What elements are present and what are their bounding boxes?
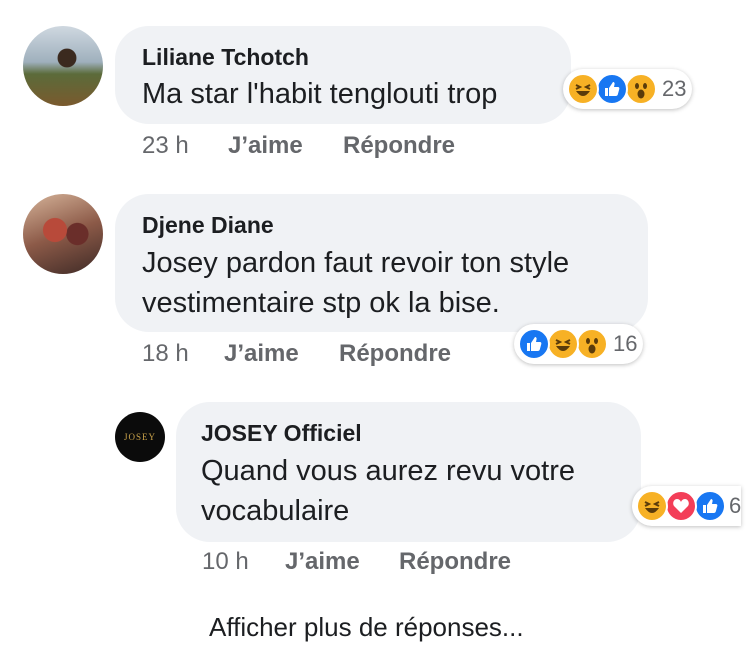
reactions-summary[interactable]: 6	[632, 486, 742, 526]
comment-bubble[interactable]: Djene Diane Josey pardon faut revoir ton…	[115, 194, 648, 332]
haha-icon	[547, 328, 579, 360]
reaction-count: 16	[613, 331, 638, 356]
reaction-count: 6	[729, 493, 742, 518]
like-button[interactable]: J’aime	[285, 548, 360, 576]
avatar-logo-text: JOSEY	[123, 432, 156, 442]
comment-time: 18 h	[142, 340, 189, 367]
haha-icon	[567, 73, 599, 105]
reply-button[interactable]: Répondre	[399, 548, 511, 576]
avatar-liliane[interactable]	[23, 26, 103, 106]
comment-text: Josey pardon faut revoir ton style vesti…	[142, 247, 570, 319]
like-button[interactable]: J’aime	[228, 132, 303, 160]
like-icon	[518, 328, 550, 360]
comment-time: 10 h	[202, 548, 249, 575]
comment-text: Ma star l'habit tenglouti trop	[142, 78, 498, 110]
wow-icon	[625, 73, 657, 105]
reply-button[interactable]: Répondre	[343, 132, 455, 160]
love-icon	[665, 490, 697, 522]
avatar-djene[interactable]	[23, 194, 103, 274]
like-icon	[596, 73, 628, 105]
comment-bubble[interactable]: Liliane Tchotch Ma star l'habit tenglout…	[115, 26, 571, 124]
haha-icon	[636, 490, 668, 522]
reply-bubble[interactable]: JOSEY Officiel Quand vous aurez revu vot…	[176, 402, 641, 542]
like-icon	[694, 490, 726, 522]
reaction-count: 23	[662, 76, 687, 101]
like-button[interactable]: J’aime	[224, 340, 299, 368]
show-more-replies-link[interactable]: Afficher plus de réponses...	[209, 612, 524, 643]
comment-author[interactable]: Djene Diane	[142, 212, 274, 239]
wow-icon	[576, 328, 608, 360]
comment-time: 23 h	[142, 132, 189, 159]
comment-author[interactable]: Liliane Tchotch	[142, 44, 309, 71]
reactions-summary[interactable]: 23	[563, 69, 693, 109]
comment-author[interactable]: JOSEY Officiel	[201, 420, 362, 447]
avatar-josey[interactable]: JOSEY	[115, 412, 165, 462]
reactions-summary[interactable]: 16	[514, 324, 644, 364]
reply-button[interactable]: Répondre	[339, 340, 451, 368]
comment-text: Quand vous aurez revu votre vocabulaire	[201, 455, 575, 527]
